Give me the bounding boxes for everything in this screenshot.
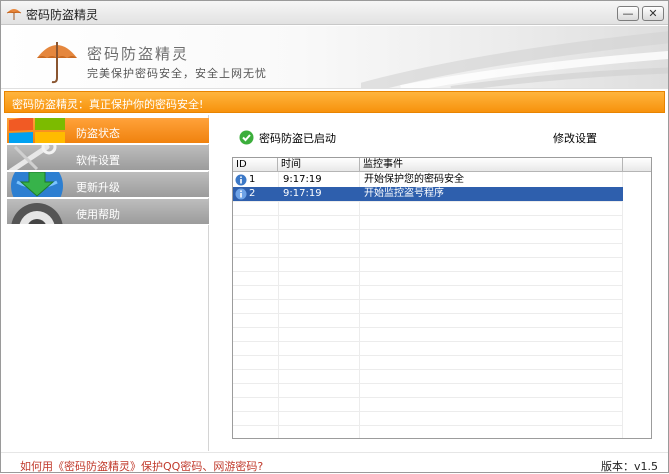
row-grid-line bbox=[233, 271, 623, 272]
sidebar-item-label: 更新升级 bbox=[76, 181, 120, 194]
umbrella-app-icon bbox=[6, 9, 22, 20]
row-grid-line bbox=[233, 341, 623, 342]
event-log-table[interactable]: ID 时间 监控事件 1 9:17:19 开始保护您的密码安全 2 9:17:1… bbox=[232, 157, 652, 439]
table-header: ID 时间 监控事件 bbox=[233, 158, 651, 172]
brand-slogan: 完美保护密码安全，安全上网无忧 bbox=[87, 67, 267, 80]
column-divider bbox=[622, 172, 623, 438]
row-id: 2 bbox=[249, 188, 256, 199]
row-id: 1 bbox=[249, 174, 256, 185]
row-grid-line bbox=[233, 201, 623, 202]
info-icon bbox=[235, 188, 247, 200]
close-icon: ✕ bbox=[648, 7, 658, 20]
version-label: 版本：v1.5 bbox=[601, 460, 659, 473]
sidebar-item-label: 防盗状态 bbox=[76, 127, 120, 140]
column-header-time[interactable]: 时间 bbox=[278, 158, 360, 172]
globe-download-icon bbox=[11, 172, 63, 197]
row-time: 9:17:19 bbox=[283, 188, 322, 199]
row-event: 开始保护您的密码安全 bbox=[364, 174, 464, 185]
column-divider bbox=[359, 172, 360, 438]
info-icon bbox=[235, 174, 247, 186]
title-bar[interactable]: 密码防盗精灵 — ✕ bbox=[1, 1, 668, 25]
row-grid-line bbox=[233, 299, 623, 300]
footer: 如何用《密码防盗精灵》保护QQ密码、网游密码? 版本：v1.5 bbox=[1, 452, 668, 474]
row-event: 开始监控盗号程序 bbox=[364, 188, 444, 199]
window-title: 密码防盗精灵 bbox=[26, 8, 99, 22]
sidebar-item-label: 使用帮助 bbox=[76, 208, 120, 221]
minimize-button[interactable]: — bbox=[617, 6, 639, 21]
brand-name: 密码防盗精灵 bbox=[87, 45, 190, 63]
row-grid-line bbox=[233, 229, 623, 230]
sidebar-item-help[interactable]: 使用帮助 bbox=[7, 199, 209, 225]
row-grid-line bbox=[233, 285, 623, 286]
modify-settings-link[interactable]: 修改设置 bbox=[553, 130, 597, 146]
check-circle-icon bbox=[239, 130, 254, 145]
header-banner: 密码防盗精灵 完美保护密码安全，安全上网无忧 bbox=[1, 26, 668, 89]
row-grid-line bbox=[233, 327, 623, 328]
notice-bar: 密码防盗精灵：真正保护你的密码安全! bbox=[4, 91, 665, 113]
close-button[interactable]: ✕ bbox=[642, 6, 664, 21]
help-ring-icon bbox=[11, 203, 63, 224]
notice-text: 密码防盗精灵：真正保护你的密码安全! bbox=[12, 98, 204, 111]
row-grid-line bbox=[233, 425, 623, 426]
main-content: 密码防盗已启动 修改设置 ID 时间 监控事件 1 9:17:19 开始保护您的… bbox=[210, 115, 665, 451]
sidebar-item-protection-status[interactable]: 防盗状态 bbox=[7, 118, 209, 144]
column-divider bbox=[278, 172, 279, 438]
row-grid-line bbox=[233, 355, 623, 356]
sidebar-item-settings[interactable]: 软件设置 bbox=[7, 145, 209, 171]
column-header-event[interactable]: 监控事件 bbox=[360, 158, 623, 172]
row-grid-line bbox=[233, 215, 623, 216]
umbrella-logo-icon bbox=[37, 42, 77, 84]
table-row[interactable]: 1 9:17:19 开始保护您的密码安全 bbox=[233, 173, 623, 187]
wrench-tools-icon bbox=[8, 145, 57, 170]
row-grid-line bbox=[233, 383, 623, 384]
protection-status-text: 密码防盗已启动 bbox=[259, 132, 336, 145]
qq-protection-help-link[interactable]: 如何用《密码防盗精灵》保护QQ密码、网游密码? bbox=[20, 458, 263, 474]
app-window: 密码防盗精灵 — ✕ 密码防盗精灵 完美保护密码安全，安全上网无忧 密码防盗精灵… bbox=[0, 0, 669, 473]
decorative-swirl bbox=[361, 31, 668, 88]
row-time: 9:17:19 bbox=[283, 174, 322, 185]
row-grid-line bbox=[233, 313, 623, 314]
row-grid-line bbox=[233, 243, 623, 244]
row-grid-line bbox=[233, 411, 623, 412]
column-header-id[interactable]: ID bbox=[233, 158, 278, 172]
sidebar-item-label: 软件设置 bbox=[76, 154, 120, 167]
sidebar-item-update[interactable]: 更新升级 bbox=[7, 172, 209, 198]
minimize-icon: — bbox=[622, 7, 634, 20]
windows-logo-icon bbox=[9, 118, 65, 143]
row-grid-line bbox=[233, 397, 623, 398]
row-grid-line bbox=[233, 257, 623, 258]
row-grid-line bbox=[233, 369, 623, 370]
table-row-selected[interactable]: 2 9:17:19 开始监控盗号程序 bbox=[233, 187, 623, 201]
sidebar: 防盗状态 软件设置 更新升级 使用帮助 bbox=[5, 115, 209, 451]
